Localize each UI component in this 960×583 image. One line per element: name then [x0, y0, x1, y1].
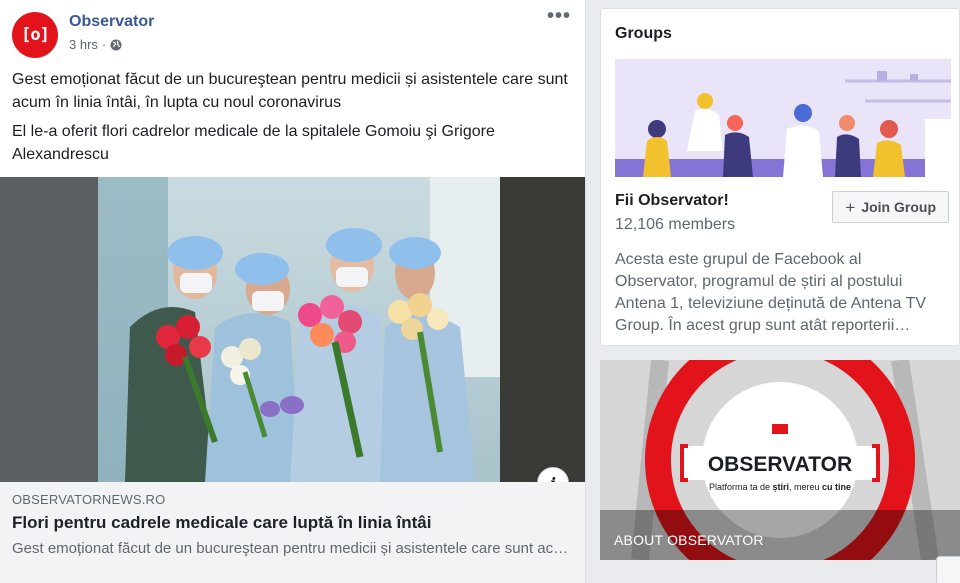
join-group-button[interactable]: + Join Group [832, 191, 949, 223]
observator-tagline: Platforma ta de știri, mereu cu tine [709, 482, 851, 492]
tagline-bold-1: știri [773, 482, 790, 492]
globe-icon[interactable] [110, 39, 122, 51]
groups-card: Groups Fii Observator! 12,106 members + … [600, 8, 960, 346]
shared-link-image[interactable] [0, 177, 585, 482]
group-name-link[interactable]: Fii Observator! [615, 192, 729, 210]
tagline-middle: , mereu [789, 482, 822, 492]
meta-separator: · [101, 37, 107, 52]
news-feed-post: [o] Observator 3 hrs · ••• Gest emoționa… [0, 0, 586, 583]
link-domain: OBSERVATORNEWS.RO [12, 492, 166, 507]
post-message: Gest emoționat făcut de un bucureştean p… [12, 68, 572, 166]
tagline-prefix: Platforma ta de [709, 482, 773, 492]
nurses-with-flowers-photo [0, 177, 585, 482]
chat-globe-button[interactable] [936, 556, 960, 583]
link-preview[interactable]: OBSERVATORNEWS.RO Flori pentru cadrele m… [0, 482, 585, 583]
about-observator-card[interactable]: OBSERVATOR Platforma ta de știri, mereu … [600, 360, 960, 560]
post-message-paragraph-2: El le-a oferit flori cadrelor medicale d… [12, 123, 495, 163]
page-name-link[interactable]: Observator [69, 13, 154, 31]
observator-brand-image: OBSERVATOR Platforma ta de știri, mereu … [600, 360, 960, 560]
group-cover-illustration[interactable] [615, 59, 951, 177]
observator-logo-icon: [o] [21, 25, 50, 45]
people-illustration [615, 59, 951, 177]
post-meta: 3 hrs · [69, 37, 122, 52]
observator-logo-text: OBSERVATOR [708, 453, 852, 476]
group-description: Acesta este grupul de Facebook al Observ… [615, 251, 927, 334]
plus-icon: + [845, 197, 856, 217]
more-options-button[interactable]: ••• [545, 6, 573, 30]
post-message-paragraph-1: Gest emoționat făcut de un bucureştean p… [12, 71, 568, 111]
page-avatar[interactable]: [o] [12, 12, 58, 58]
tagline-bold-2: cu tine [822, 482, 851, 492]
join-group-label: Join Group [861, 199, 936, 215]
link-title[interactable]: Flori pentru cadrele medicale care luptă… [12, 513, 574, 533]
about-observator-label: ABOUT OBSERVATOR [614, 532, 764, 548]
groups-heading: Groups [615, 25, 672, 42]
group-member-count: 12,106 members [615, 216, 736, 233]
link-description: Gest emoționat făcut de un bucureştean p… [12, 540, 572, 557]
post-timestamp[interactable]: 3 hrs [69, 37, 98, 52]
post-header: [o] Observator 3 hrs · ••• [12, 6, 573, 58]
